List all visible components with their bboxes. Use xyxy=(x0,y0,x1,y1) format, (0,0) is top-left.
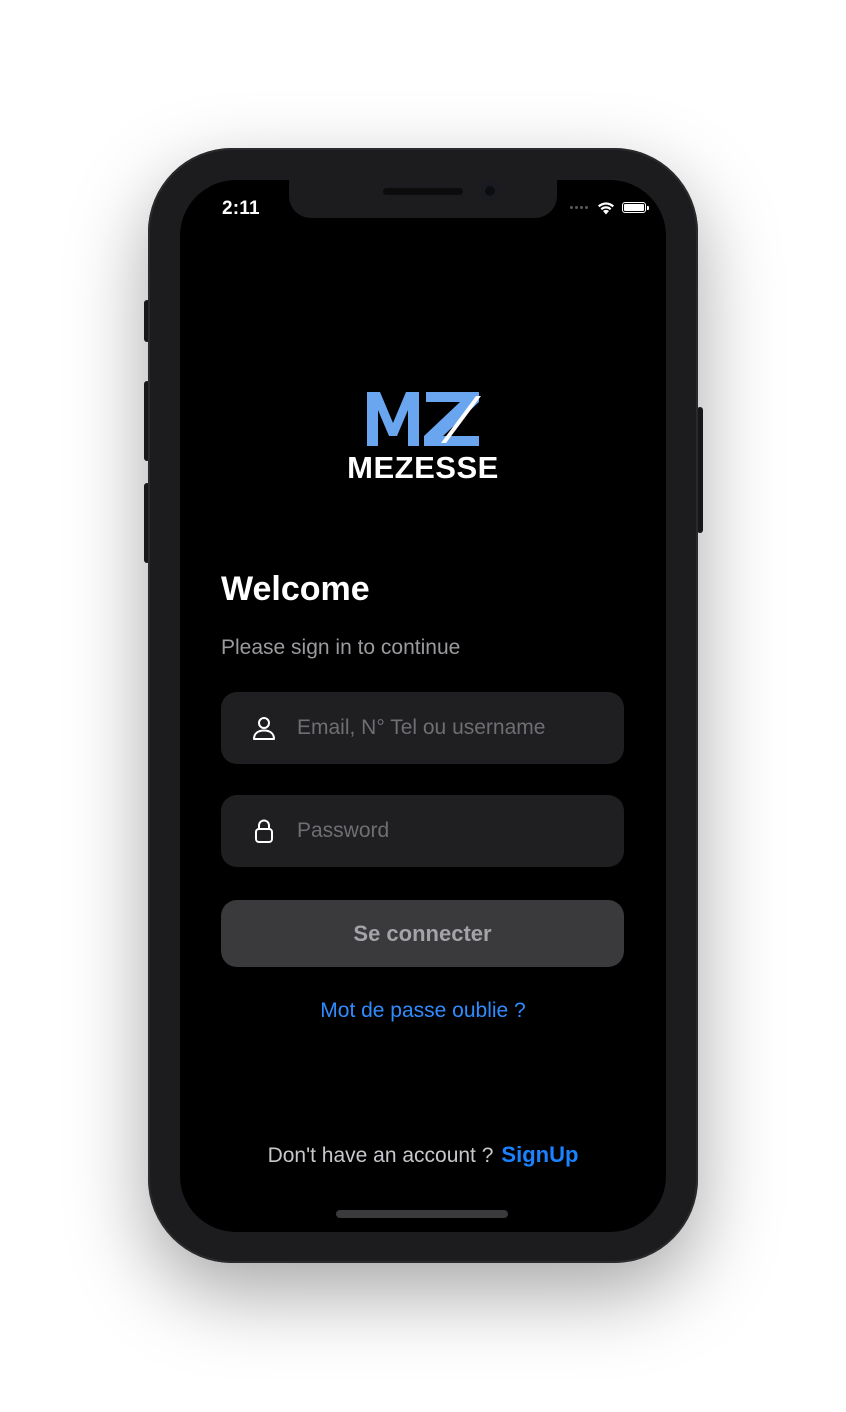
battery-icon xyxy=(622,202,649,213)
wifi-icon xyxy=(598,202,614,215)
mz-logo-mark xyxy=(367,392,481,446)
signal-dots-icon xyxy=(570,206,588,209)
signup-row: Don't have an account ? SignUp xyxy=(180,1142,666,1168)
lock-icon xyxy=(249,816,279,846)
page-subtitle: Please sign in to continue xyxy=(221,636,461,659)
brand-wordmark: MEZESSE xyxy=(347,450,499,485)
password-field[interactable] xyxy=(221,795,624,867)
status-time: 2:11 xyxy=(222,198,260,219)
forgot-password-link[interactable]: Mot de passe oublie ? xyxy=(180,999,666,1023)
identifier-field[interactable] xyxy=(221,692,624,764)
signup-prompt: Don't have an account ? xyxy=(267,1144,494,1167)
front-camera xyxy=(481,182,499,200)
signup-link[interactable]: SignUp xyxy=(501,1142,578,1167)
home-indicator[interactable] xyxy=(336,1210,508,1218)
device-frame-stage: 2:11 MEZESSE Welcome Please sign in to c… xyxy=(0,0,846,1412)
user-icon xyxy=(249,713,279,743)
speaker-grille xyxy=(383,188,463,195)
status-icons xyxy=(570,200,649,215)
identifier-input[interactable] xyxy=(297,716,597,740)
connect-button[interactable]: Se connecter xyxy=(221,900,624,967)
notch xyxy=(289,180,557,218)
brand-logo: MEZESSE xyxy=(180,390,666,486)
page-title: Welcome xyxy=(221,570,370,608)
password-input[interactable] xyxy=(297,819,597,843)
phone-screen: 2:11 MEZESSE Welcome Please sign in to c… xyxy=(180,180,666,1232)
